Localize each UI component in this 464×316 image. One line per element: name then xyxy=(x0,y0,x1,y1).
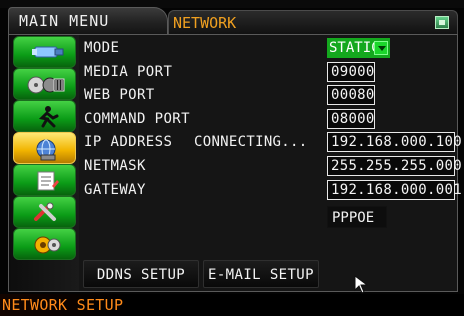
film-icon xyxy=(27,76,65,94)
running-man-icon xyxy=(38,106,59,128)
ddns-setup-button[interactable]: DDNS SETUP xyxy=(83,260,199,288)
command-port-label: COMMAND PORT xyxy=(84,111,190,127)
connection-status: CONNECTING... xyxy=(194,134,308,150)
sidebar-item-camera[interactable] xyxy=(13,36,76,68)
pppoe-button[interactable]: PPPOE xyxy=(327,206,387,228)
command-port-input[interactable]: 08000 xyxy=(327,109,375,129)
media-port-row: MEDIA PORT 09000 xyxy=(79,61,459,83)
web-port-row: WEB PORT 00080 xyxy=(79,84,459,106)
mouse-cursor-icon xyxy=(354,275,369,294)
status-bar: NETWORK SETUP xyxy=(0,294,464,316)
dvr-screen: MAIN MENU NETWORK MODE STATIC MEDIA PORT… xyxy=(0,0,464,316)
media-port-label: MEDIA PORT xyxy=(84,64,173,80)
window-icon[interactable] xyxy=(435,16,449,29)
gateway-label: GATEWAY xyxy=(84,182,146,198)
gateway-row: GATEWAY 192.168.000.001 xyxy=(79,179,462,201)
network-title: NETWORK xyxy=(173,14,237,32)
ip-address-input[interactable]: 192.168.000.100 xyxy=(327,132,462,152)
ip-address-label: IP ADDRESS xyxy=(84,134,173,150)
netmask-label: NETMASK xyxy=(84,158,146,174)
main-menu-tab[interactable]: MAIN MENU xyxy=(8,7,168,34)
network-tab: NETWORK xyxy=(168,10,458,34)
mode-label: MODE xyxy=(84,40,120,56)
gateway-input[interactable]: 192.168.000.001 xyxy=(327,180,462,200)
settings-gears-icon xyxy=(34,236,61,254)
netmask-row: NETMASK 255.255.255.000 xyxy=(79,155,462,177)
main-menu-label: MAIN MENU xyxy=(19,12,110,30)
chevron-down-icon[interactable] xyxy=(374,41,388,55)
web-port-label: WEB PORT xyxy=(84,87,155,103)
mode-row: MODE STATIC xyxy=(79,37,459,59)
media-port-input[interactable]: 09000 xyxy=(327,62,375,82)
sidebar-item-tools[interactable] xyxy=(13,196,76,228)
status-text: NETWORK SETUP xyxy=(2,296,124,314)
camera-icon xyxy=(32,46,64,58)
mode-select[interactable]: STATIC xyxy=(327,38,390,58)
command-port-row: COMMAND PORT 08000 xyxy=(79,108,459,130)
ip-address-row: IP ADDRESS CONNECTING... 192.168.000.100 xyxy=(79,131,462,153)
pppoe-row: PPPOE xyxy=(79,206,459,228)
sidebar-item-running-man[interactable] xyxy=(13,100,76,132)
sidebar-item-film[interactable] xyxy=(13,68,76,100)
sidebar xyxy=(9,35,79,291)
netmask-input[interactable]: 255.255.255.000 xyxy=(327,156,462,176)
web-port-input[interactable]: 00080 xyxy=(327,85,375,105)
tools-icon xyxy=(34,202,56,221)
email-setup-button[interactable]: E-MAIL SETUP xyxy=(203,260,319,288)
network-settings-panel: MODE STATIC MEDIA PORT 09000 WEB PORT 00… xyxy=(8,34,462,294)
network-globe-icon xyxy=(36,139,56,161)
mode-value: STATIC xyxy=(329,40,380,56)
sidebar-item-document[interactable] xyxy=(13,164,76,196)
sidebar-item-network[interactable] xyxy=(13,132,76,164)
document-icon xyxy=(37,171,59,191)
sidebar-item-settings[interactable] xyxy=(13,228,76,260)
